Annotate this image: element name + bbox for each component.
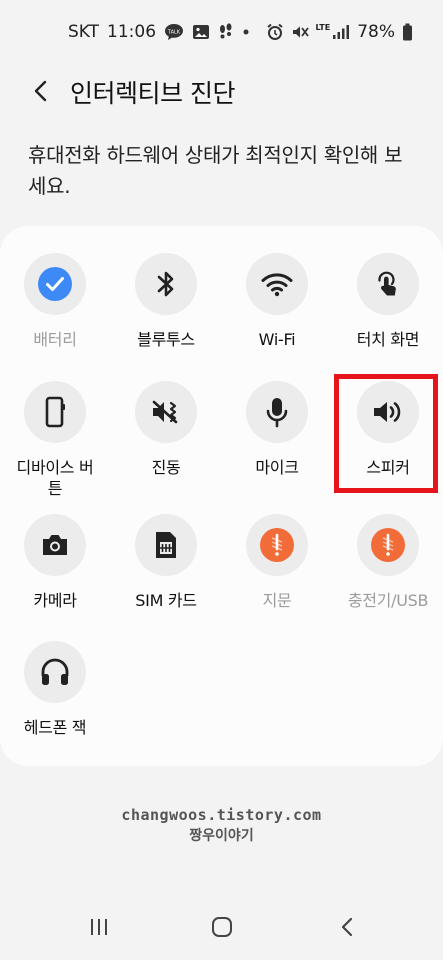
test-icon-circle [24, 641, 86, 703]
test-icon-circle [246, 514, 308, 576]
test-icon-circle [24, 253, 86, 315]
test-item-label: 배터리 [33, 330, 77, 349]
test-item-label: 헤드폰 잭 [23, 718, 87, 737]
test-item-vibration[interactable]: 진동 [111, 381, 221, 478]
device-button-icon [45, 396, 65, 428]
camera-icon [43, 535, 67, 555]
test-item-sim-card[interactable]: SIM 카드 [111, 514, 221, 611]
status-right: LTE 78% [266, 22, 414, 42]
check-circle-icon [38, 267, 72, 301]
test-item-label: 진동 [151, 458, 181, 477]
footprint-icon [218, 23, 234, 41]
back-nav-icon [341, 917, 353, 937]
page-title: 인터렉티브 진단 [70, 79, 235, 108]
back-button[interactable] [26, 76, 54, 106]
test-item-label: 지문 [262, 591, 292, 610]
gallery-icon [192, 24, 210, 40]
test-item-camera[interactable]: 카메라 [0, 514, 110, 611]
test-item-microphone[interactable]: 마이크 [222, 381, 332, 478]
charger-unavailable-icon [371, 528, 405, 562]
recent-apps-button[interactable] [79, 912, 119, 942]
speaker-highlight-box [334, 374, 438, 493]
battery-icon [402, 23, 413, 41]
alarm-icon [266, 23, 284, 41]
test-item-label: Wi-Fi [258, 330, 296, 349]
test-icon-circle [24, 381, 86, 443]
test-icon-circle [246, 253, 308, 315]
back-nav-button[interactable] [327, 912, 367, 942]
headphone-icon [41, 658, 69, 685]
test-icon-circle [135, 514, 197, 576]
mute-icon [291, 23, 309, 41]
test-item-label: 마이크 [255, 458, 299, 477]
test-item-label: SIM 카드 [135, 591, 197, 610]
lte-label: LTE [315, 23, 331, 32]
test-item-wifi[interactable]: Wi-Fi [222, 253, 332, 350]
test-item-touch-screen[interactable]: 터치 화면 [333, 253, 443, 350]
test-item-label: 카메라 [33, 591, 77, 610]
recent-apps-icon [91, 919, 107, 935]
vibration-icon [152, 400, 178, 424]
touch-icon [378, 271, 396, 296]
status-left: SKT 11:06 TALK [68, 22, 250, 42]
test-icon-circle [246, 381, 308, 443]
notification-dot-icon [242, 28, 250, 36]
watermark-url: changwoos.tistory.com [121, 806, 322, 824]
back-arrow-icon [34, 80, 47, 102]
microphone-icon [266, 398, 288, 428]
svg-text:TALK: TALK [167, 30, 181, 36]
test-item-headphone-jack[interactable]: 헤드폰 잭 [0, 641, 110, 738]
carrier: SKT [68, 22, 100, 42]
home-button[interactable] [202, 912, 242, 942]
test-icon-circle [357, 253, 419, 315]
test-icon-circle [135, 253, 197, 315]
test-icon-circle [135, 381, 197, 443]
sim-card-icon [156, 532, 176, 558]
test-item-label: 블루투스 [137, 330, 195, 349]
talk-icon: TALK [164, 23, 184, 41]
test-item-label: 충전기/USB [347, 591, 429, 610]
test-icon-circle [24, 514, 86, 576]
wifi-icon [261, 273, 293, 297]
test-icon-circle [357, 514, 419, 576]
test-item-fingerprint[interactable]: 지문 [222, 514, 332, 611]
status-bar: SKT 11:06 TALK LTE 78% [0, 0, 443, 68]
test-item-charger-usb[interactable]: 충전기/USB [333, 514, 443, 611]
test-item-battery[interactable]: 배터리 [0, 253, 110, 350]
watermark: changwoos.tistory.com 짱우이야기 [0, 806, 443, 845]
battery-percent: 78% [357, 22, 395, 42]
app-header: 인터렉티브 진단 [0, 68, 443, 114]
diagnostics-grid-card: 배터리 블루투스 Wi-Fi 터치 화면 디바이스 버튼 진동 마이크 스피커 … [0, 226, 443, 766]
lte-signal-icon: LTE [316, 24, 351, 40]
fingerprint-unavailable-icon [260, 528, 294, 562]
test-item-label: 디바이스 버튼 [16, 458, 94, 498]
test-item-bluetooth[interactable]: 블루투스 [111, 253, 221, 350]
home-icon [212, 917, 232, 937]
navigation-bar [0, 896, 443, 960]
test-item-device-button[interactable]: 디바이스 버튼 [0, 381, 110, 499]
bluetooth-icon [157, 271, 174, 297]
watermark-name: 짱우이야기 [189, 828, 254, 844]
test-item-label: 터치 화면 [356, 330, 420, 349]
page-description: 휴대전화 하드웨어 상태가 최적인지 확인해 보세요. [28, 143, 403, 198]
clock: 11:06 [107, 22, 157, 42]
